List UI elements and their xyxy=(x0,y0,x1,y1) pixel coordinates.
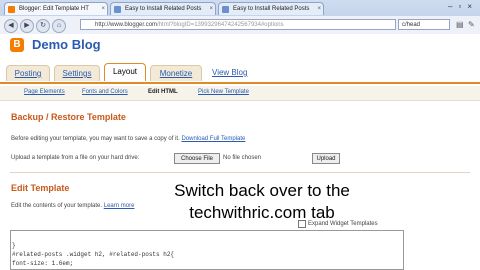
browser-chrome: Blogger: Edit Template HT × Easy to Inst… xyxy=(0,0,480,35)
tab-label: Easy to Install Related Posts xyxy=(233,6,310,12)
tab-related-posts-1[interactable]: Easy to Install Related Posts × xyxy=(110,2,216,15)
download-template-link[interactable]: Download Full Template xyxy=(181,136,245,142)
edit-intro-text: Edit the contents of your template. xyxy=(11,203,103,209)
address-bar[interactable]: http://www.blogger.com/html?blogID=13993… xyxy=(80,19,396,30)
blogger-logo-icon: B xyxy=(10,38,24,52)
browser-toolbar: ◀ ▶ ↻ ⌂ http://www.blogger.com/html?blog… xyxy=(0,16,480,35)
tab-related-posts-2[interactable]: Easy to Install Related Posts × xyxy=(218,2,324,15)
upload-text: Upload a template from a file on your ha… xyxy=(11,155,140,161)
edit-intro: Edit the contents of your template. Lear… xyxy=(11,203,134,209)
page-favicon-icon xyxy=(222,6,229,13)
tab-monetize[interactable]: Monetize xyxy=(150,65,202,81)
back-icon[interactable]: ◀ xyxy=(4,19,18,33)
subtab-edit-html[interactable]: Edit HTML xyxy=(148,89,178,95)
code-line: #related-posts .widget h2, #related-post… xyxy=(12,251,175,258)
overlay-caption-line2: techwithric.com tab xyxy=(189,203,335,222)
subtab-page-elements[interactable]: Page Elements xyxy=(24,89,65,95)
backup-title: Backup / Restore Template xyxy=(11,112,126,122)
reload-icon[interactable]: ↻ xyxy=(36,19,50,33)
blogger-favicon-icon xyxy=(8,6,15,13)
edit-template-title: Edit Template xyxy=(11,183,70,193)
url-rest: /html?blogID=13993296474242567934#option… xyxy=(157,22,284,28)
forward-icon[interactable]: ▶ xyxy=(20,19,34,33)
tab-blogger[interactable]: Blogger: Edit Template HT × xyxy=(4,2,108,15)
code-line: } xyxy=(12,242,16,249)
upload-button[interactable]: Upload xyxy=(312,153,340,164)
tab-label: Blogger: Edit Template HT xyxy=(19,6,89,12)
window-controls[interactable]: –▫× xyxy=(448,2,478,11)
no-file-label: No file chosen xyxy=(223,155,262,161)
find-input[interactable]: c/head xyxy=(398,19,450,30)
tab-posting[interactable]: Posting xyxy=(6,65,50,81)
home-icon[interactable]: ⌂ xyxy=(52,19,66,33)
divider xyxy=(10,172,470,173)
subtabs: Page Elements Fonts and Colors Edit HTML… xyxy=(0,86,480,101)
before-text: Before editing your template, you may wa… xyxy=(11,136,180,142)
close-icon[interactable]: × xyxy=(317,3,321,15)
page-favicon-icon xyxy=(114,6,121,13)
tab-layout[interactable]: Layout xyxy=(104,63,146,81)
subtab-fonts-colors[interactable]: Fonts and Colors xyxy=(82,89,128,95)
subtab-pick-template[interactable]: Pick New Template xyxy=(198,89,249,95)
view-blog-link[interactable]: View Blog xyxy=(212,68,247,77)
wrench-icon[interactable]: ✎ xyxy=(468,20,475,29)
overlay-caption-line1: Switch back over to the xyxy=(174,181,350,200)
code-line: font-size: 1.6em; xyxy=(12,260,74,267)
tab-label: Easy to Install Related Posts xyxy=(125,6,202,12)
close-icon[interactable]: × xyxy=(209,3,213,15)
tab-settings[interactable]: Settings xyxy=(54,65,100,81)
page-menu-icon[interactable]: ▤ xyxy=(456,20,464,29)
backup-text: Before editing your template, you may wa… xyxy=(11,136,245,142)
close-icon[interactable]: × xyxy=(101,3,105,15)
url-prefix: http://www.blogger.com xyxy=(95,22,158,28)
blog-title: Demo Blog xyxy=(32,37,101,52)
choose-file-button[interactable]: Choose File xyxy=(174,153,220,164)
